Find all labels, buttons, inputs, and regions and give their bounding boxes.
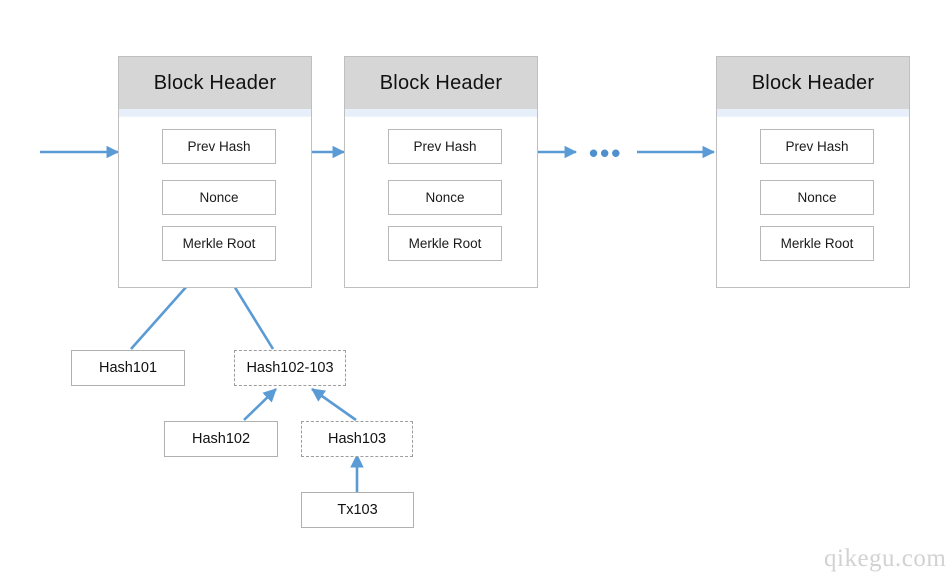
chain-ellipsis-label: ••• — [589, 138, 623, 168]
merkle-node-tx103[interactable]: Tx103 — [301, 492, 414, 528]
merkle-node-tx103-label: Tx103 — [337, 502, 378, 518]
watermark: qikegu.com — [824, 545, 946, 573]
block-2[interactable]: Block Header Prev Hash Nonce Merkle Root — [344, 56, 538, 288]
arrow-hash103-to-hash102103 — [311, 387, 357, 422]
merkle-node-hash102[interactable]: Hash102 — [164, 421, 278, 457]
merkle-node-hash103[interactable]: Hash103 — [301, 421, 413, 457]
block-2-field-nonce-label: Nonce — [425, 190, 465, 205]
block-2-field-nonce[interactable]: Nonce — [388, 180, 502, 215]
block-3-body: Prev Hash Nonce Merkle Root — [717, 117, 909, 261]
merkle-node-hash102-label: Hash102 — [191, 431, 251, 447]
block-1-field-prev-hash[interactable]: Prev Hash — [162, 129, 276, 164]
merkle-node-hash103-label: Hash103 — [327, 431, 387, 447]
watermark-label: qikegu.com — [824, 545, 947, 572]
block-1-header-label: Block Header — [153, 71, 277, 94]
merkle-node-hash101[interactable]: Hash101 — [71, 350, 185, 386]
block-2-subband — [345, 109, 537, 117]
block-1-field-nonce[interactable]: Nonce — [162, 180, 276, 215]
arrow-hash102-to-hash102103 — [243, 388, 277, 421]
block-2-header: Block Header — [345, 57, 537, 109]
block-3-field-merkle-root-label: Merkle Root — [780, 236, 854, 251]
block-2-body: Prev Hash Nonce Merkle Root — [345, 117, 537, 261]
block-2-field-prev-hash[interactable]: Prev Hash — [388, 129, 502, 164]
block-1-subband — [119, 109, 311, 117]
merkle-node-hash102-103-label: Hash102-103 — [246, 360, 334, 376]
block-3-header: Block Header — [717, 57, 909, 109]
block-3-field-prev-hash-label: Prev Hash — [785, 139, 849, 154]
block-3-field-nonce-label: Nonce — [797, 190, 837, 205]
block-3-field-nonce[interactable]: Nonce — [760, 180, 874, 215]
block-1-field-prev-hash-label: Prev Hash — [187, 139, 251, 154]
chain-ellipsis: ••• — [589, 140, 622, 166]
block-1-header: Block Header — [119, 57, 311, 109]
merkle-node-hash102-103[interactable]: Hash102-103 — [234, 350, 346, 386]
diagram-canvas: Block Header Prev Hash Nonce Merkle Root… — [0, 0, 952, 579]
block-1-field-merkle-root[interactable]: Merkle Root — [162, 226, 276, 261]
block-2-field-merkle-root-label: Merkle Root — [408, 236, 482, 251]
block-1-field-merkle-root-label: Merkle Root — [182, 236, 256, 251]
block-2-header-label: Block Header — [379, 71, 503, 94]
block-1-body: Prev Hash Nonce Merkle Root — [119, 117, 311, 261]
block-2-field-merkle-root[interactable]: Merkle Root — [388, 226, 502, 261]
block-3-header-label: Block Header — [751, 71, 875, 94]
block-3-field-prev-hash[interactable]: Prev Hash — [760, 129, 874, 164]
block-3-subband — [717, 109, 909, 117]
block-1-field-nonce-label: Nonce — [199, 190, 239, 205]
block-3-field-merkle-root[interactable]: Merkle Root — [760, 226, 874, 261]
block-1[interactable]: Block Header Prev Hash Nonce Merkle Root — [118, 56, 312, 288]
merkle-node-hash101-label: Hash101 — [98, 360, 158, 376]
block-2-field-prev-hash-label: Prev Hash — [413, 139, 477, 154]
block-3[interactable]: Block Header Prev Hash Nonce Merkle Root — [716, 56, 910, 288]
